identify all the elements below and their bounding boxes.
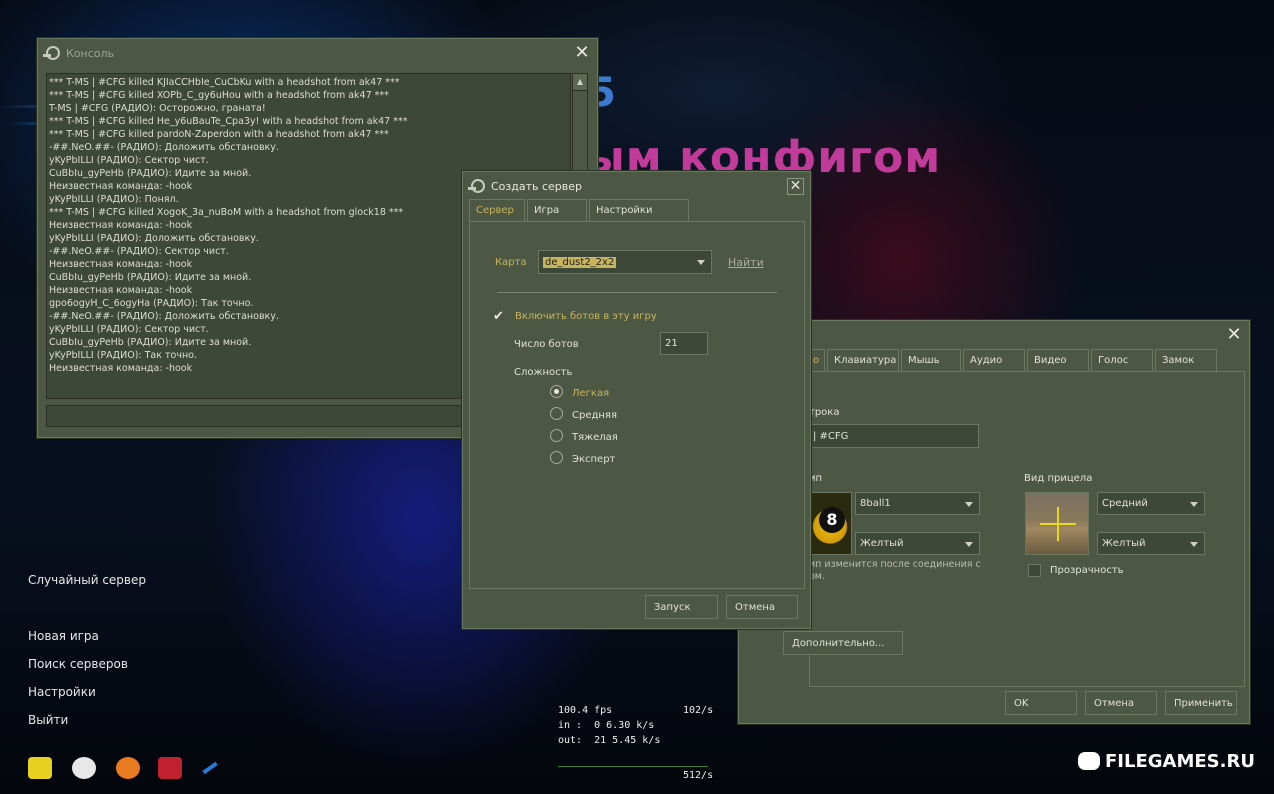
console-line: *** T-MS | #CFG killed pardoN-Zaperdon w…: [49, 129, 389, 140]
console-line: *** T-MS | #CFG killed KJIaCCHbIe_CuCbKu…: [49, 77, 400, 88]
transparency-checkbox[interactable]: [1028, 564, 1041, 577]
console-title: Консоль: [66, 46, 115, 60]
difficulty-easy-label: Легкая: [572, 388, 610, 399]
player-name-input[interactable]: | #CFG: [809, 424, 979, 448]
create-server-panel: [469, 221, 805, 589]
difficulty-radio-hard[interactable]: [550, 429, 563, 442]
tab-bot-settings[interactable]: Настройки ботов: [589, 199, 689, 238]
spray-select[interactable]: 8ball1: [855, 492, 980, 515]
player-name-label: трока: [809, 407, 840, 418]
difficulty-label: Сложность: [514, 367, 573, 378]
bot-count-input[interactable]: 21: [660, 332, 708, 355]
close-icon[interactable]: ✕: [573, 44, 591, 63]
difficulty-radio-easy[interactable]: [550, 385, 563, 398]
fnatic-logo-icon: [116, 757, 140, 779]
crosshair-color-select[interactable]: Желтый: [1097, 532, 1205, 555]
options-titlebar[interactable]: и: [739, 321, 1249, 349]
create-server-titlebar[interactable]: Создать сервер: [463, 172, 810, 200]
enable-bots-checkbox[interactable]: ✔: [493, 309, 504, 324]
coyotes-logo-icon: [158, 757, 182, 779]
steam-icon: [43, 46, 60, 60]
cancel-button[interactable]: Отмена: [726, 595, 798, 619]
watermark: FILEGAMES.RU: [1105, 751, 1255, 772]
map-value: de_dust2_2x2: [543, 256, 617, 268]
crosshair-label: Вид прицела: [1024, 473, 1093, 484]
tab-video[interactable]: Видео: [1027, 349, 1089, 371]
console-titlebar[interactable]: Консоль: [38, 39, 597, 67]
steam-icon: [468, 179, 485, 193]
divider: [497, 292, 777, 293]
tab-voice[interactable]: Голос: [1091, 349, 1153, 371]
netgraph-in: in : 0 6.30 k/s: [558, 720, 655, 731]
tab-lock[interactable]: Замок: [1155, 349, 1217, 371]
menu-settings[interactable]: Настройки: [28, 685, 96, 699]
netgraph-line: [558, 766, 708, 767]
difficulty-radio-expert[interactable]: [550, 451, 563, 464]
spray-preview: 8: [809, 492, 852, 555]
console-line: *** T-MS | #CFG killed XOPb_C_gy6uHou wi…: [49, 90, 389, 101]
virtus-pro-logo-icon: [72, 757, 96, 779]
difficulty-radio-medium[interactable]: [550, 407, 563, 420]
gamepad-icon: [1078, 752, 1100, 770]
enable-bots-label: Включить ботов в эту игру: [515, 311, 657, 322]
console-line: -##.NeO.##- (РАДИО): Доложить обстановку…: [49, 142, 279, 153]
scroll-up-icon[interactable]: ▲: [573, 74, 587, 91]
crosshair-preview: [1025, 492, 1089, 555]
advanced-button[interactable]: Дополнительно...: [783, 631, 903, 655]
navi-logo-icon: [28, 757, 52, 779]
close-icon[interactable]: ✕: [787, 178, 804, 195]
menu-new-game[interactable]: Новая игра: [28, 629, 99, 643]
netgraph-fps: 100.4 fps: [558, 705, 613, 716]
difficulty-hard-label: Тяжелая: [572, 432, 618, 443]
netgraph-rate: 102/s: [683, 705, 714, 716]
menu-quit[interactable]: Выйти: [28, 713, 68, 727]
console-line: T-MS | #CFG (РАДИО): Осторожно, граната!: [49, 103, 266, 114]
tab-keyboard[interactable]: Клавиатура: [827, 349, 899, 371]
netgraph-out: out: 21 5.45 k/s: [558, 735, 661, 746]
tab-audio[interactable]: Аудио: [963, 349, 1025, 371]
tab-multiplayer[interactable]: о: [809, 349, 825, 371]
spray-note: ип изменится после соединения с: [809, 559, 981, 570]
spray-color-select[interactable]: Желтый: [855, 532, 980, 555]
netgraph-bottom-rate: 512/s: [683, 770, 714, 781]
difficulty-expert-label: Эксперт: [572, 454, 616, 465]
transparency-label: Прозрачность: [1050, 565, 1124, 576]
map-label: Карта: [495, 257, 527, 268]
tab-mouse[interactable]: Мышь: [901, 349, 961, 371]
find-map-link[interactable]: Найти: [728, 256, 764, 269]
apply-button[interactable]: Применить: [1165, 691, 1237, 715]
crosshair-size-select[interactable]: Средний: [1097, 492, 1205, 515]
options-window: и ✕ о Клавиатура Мышь Аудио Видео Голос …: [738, 320, 1250, 724]
eight-ball-icon: 8: [819, 507, 845, 533]
menu-random-server[interactable]: Случайный сервер: [28, 573, 146, 587]
ok-button[interactable]: OK: [1005, 691, 1077, 715]
difficulty-medium-label: Средняя: [572, 410, 617, 421]
team-logo-icon: [202, 761, 218, 775]
bot-count-label: Число ботов: [514, 339, 579, 350]
map-select[interactable]: de_dust2_2x2: [538, 250, 712, 274]
start-button[interactable]: Запуск: [645, 595, 718, 619]
spray-note-2: ом.: [809, 571, 825, 582]
tab-game[interactable]: Игра: [527, 199, 587, 221]
console-line: yKyPbILLI (РАДИО): Сектор чист.: [49, 155, 209, 166]
cancel-button[interactable]: Отмена: [1085, 691, 1157, 715]
create-server-title: Создать сервер: [491, 179, 583, 193]
menu-find-servers[interactable]: Поиск серверов: [28, 657, 128, 671]
close-icon[interactable]: ✕: [1225, 326, 1243, 345]
create-server-window: Создать сервер ✕ Сервер Игра Настройки б…: [462, 171, 811, 629]
tab-server[interactable]: Сервер: [469, 199, 525, 221]
console-line: *** T-MS | #CFG killed He_y6uBauTe_Cpa3y…: [49, 116, 408, 127]
